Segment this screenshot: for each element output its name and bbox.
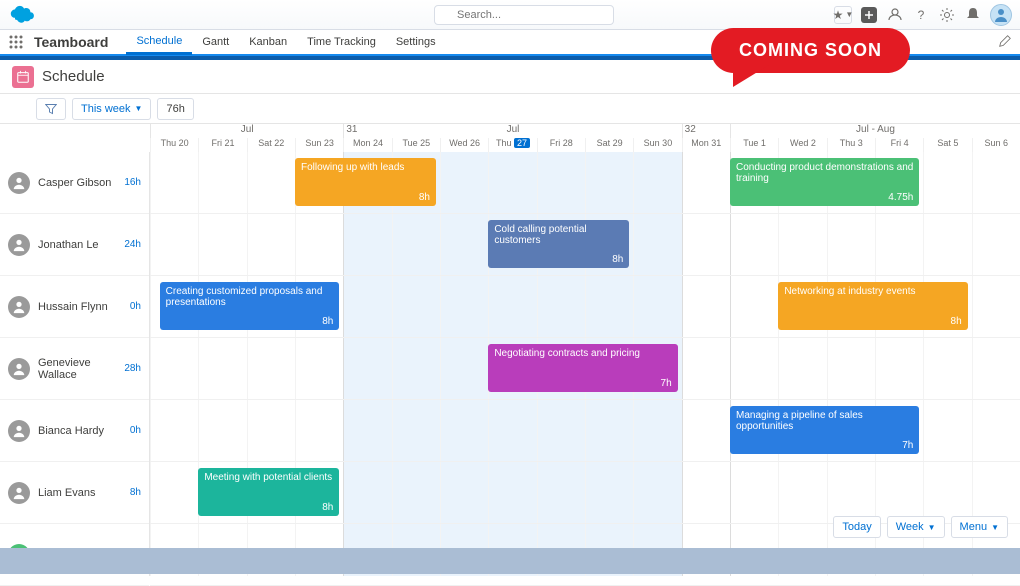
task-bar[interactable]: Following up with leads8h [295, 158, 436, 206]
person-hours: 24h [124, 239, 141, 250]
person-name: Jonathan Le [38, 239, 124, 251]
person-avatar [8, 482, 30, 504]
edit-page-icon[interactable] [998, 34, 1012, 51]
nav-tab-settings[interactable]: Settings [386, 29, 446, 55]
add-icon[interactable] [860, 6, 878, 24]
task-bar[interactable]: Negotiating contracts and pricing7h [488, 344, 677, 392]
person-avatar [8, 172, 30, 194]
global-search-input[interactable] [434, 5, 614, 25]
person-avatar [8, 296, 30, 318]
page-title: Schedule [42, 68, 105, 85]
filter-button[interactable] [36, 98, 66, 120]
person-avatar [8, 420, 30, 442]
person-name: Bianca Hardy [38, 425, 130, 437]
today-button[interactable]: Today [833, 516, 880, 538]
salesforce-logo [8, 5, 36, 25]
nav-tab-kanban[interactable]: Kanban [239, 29, 297, 55]
person-avatar [8, 358, 30, 380]
nav-tab-schedule[interactable]: Schedule [126, 29, 192, 55]
org-icon[interactable] [886, 6, 904, 24]
task-bar[interactable]: Meeting with potential clients8h [198, 468, 339, 516]
person-hours: 0h [130, 425, 141, 436]
people-column: Casper Gibson16hJonathan Le24hHussain Fl… [0, 152, 150, 576]
menu-button[interactable]: Menu ▼ [951, 516, 1008, 538]
schedule-grid: Jul31Jul32Jul - Aug Thu 20Fri 21Sat 22Su… [0, 124, 1020, 576]
person-hours: 0h [130, 301, 141, 312]
nav-tab-time-tracking[interactable]: Time Tracking [297, 29, 386, 55]
person-avatar [8, 234, 30, 256]
schedule-page-icon [12, 66, 34, 88]
settings-icon[interactable] [938, 6, 956, 24]
person-row[interactable]: Jonathan Le24h [0, 214, 149, 276]
person-hours: 8h [130, 487, 141, 498]
person-row[interactable]: Bianca Hardy0h [0, 400, 149, 462]
person-row[interactable]: Casper Gibson16h [0, 152, 149, 214]
month-header-row: Jul31Jul32Jul - Aug [150, 124, 1020, 138]
person-row[interactable]: Hussain Flynn0h [0, 276, 149, 338]
grid-body[interactable]: Following up with leads8h Conducting prod… [150, 152, 1020, 576]
total-hours-badge: 76h [157, 98, 193, 120]
view-controls: Today Week ▼ Menu ▼ [833, 516, 1008, 538]
person-name: Liam Evans [38, 487, 130, 499]
global-header: ★ ▼ ? [0, 0, 1020, 30]
footer-bar [0, 548, 1020, 574]
coming-soon-banner: COMING SOON [711, 28, 910, 73]
toolbar: This week ▼ 76h [0, 94, 1020, 124]
task-bar[interactable]: Conducting product demonstrations and tr… [730, 158, 919, 206]
favorites-button[interactable]: ★ ▼ [834, 6, 852, 24]
app-launcher-icon[interactable] [8, 34, 24, 50]
task-bar[interactable]: Managing a pipeline of sales opportuniti… [730, 406, 919, 454]
task-bar[interactable]: Cold calling potential customers8h [488, 220, 629, 268]
task-bar[interactable]: Networking at industry events8h [778, 282, 967, 330]
person-hours: 28h [124, 363, 141, 374]
person-row[interactable]: Liam Evans8h [0, 462, 149, 524]
person-name: Casper Gibson [38, 177, 124, 189]
week-selector[interactable]: This week ▼ [72, 98, 151, 120]
help-icon[interactable]: ? [912, 6, 930, 24]
day-header-row: Thu 20Fri 21Sat 22Sun 23Mon 24Tue 25Wed … [150, 138, 1020, 152]
person-name: Genevieve Wallace [38, 357, 124, 381]
filter-icon [45, 103, 57, 115]
person-name: Hussain Flynn [38, 301, 130, 313]
app-name: Teamboard [34, 34, 108, 50]
person-hours: 16h [124, 177, 141, 188]
user-avatar[interactable] [990, 4, 1012, 26]
person-row[interactable]: Genevieve Wallace28h [0, 338, 149, 400]
notifications-icon[interactable] [964, 6, 982, 24]
nav-tab-gantt[interactable]: Gantt [192, 29, 239, 55]
week-view-button[interactable]: Week ▼ [887, 516, 945, 538]
task-bar[interactable]: Creating customized proposals and presen… [160, 282, 340, 330]
